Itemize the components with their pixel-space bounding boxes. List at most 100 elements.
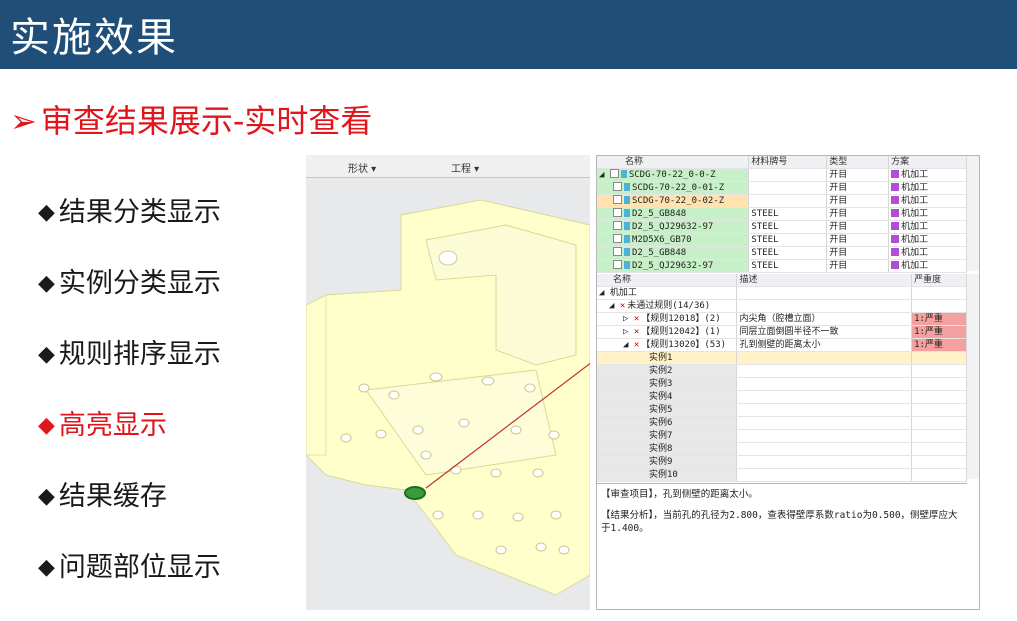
column-header-severity[interactable]: 严重度: [911, 274, 967, 287]
list-item-label: 规则排序显示: [58, 339, 221, 370]
list-item-highlighted: ◆ 高亮显示: [38, 403, 221, 474]
checkbox[interactable]: [613, 234, 622, 243]
instance-row[interactable]: 实例7: [597, 429, 967, 443]
grid-header: 名称 材料牌号 类型 方案: [597, 156, 967, 169]
fail-icon: ✕: [633, 327, 640, 337]
column-header-name[interactable]: 名称: [597, 156, 750, 169]
diamond-bullet-icon: ◆: [38, 271, 55, 296]
process-icon: [891, 235, 900, 243]
list-item: ◆ 规则排序显示: [38, 332, 221, 403]
table-row[interactable]: M2D5X6_GB70 STEEL 开目 机加工: [597, 233, 967, 247]
part-icon: [624, 209, 630, 217]
checkbox[interactable]: [609, 169, 619, 178]
expand-icon[interactable]: ◢: [623, 340, 634, 350]
part-model-view[interactable]: [306, 155, 590, 610]
diamond-bullet-icon: ◆: [38, 200, 55, 225]
part-icon: [624, 248, 630, 256]
instance-row[interactable]: 实例4: [597, 390, 967, 404]
expand-icon[interactable]: ◢: [609, 301, 620, 311]
shape-dropdown[interactable]: 形状 ▾: [348, 160, 376, 175]
list-item-label: 结果缓存: [58, 481, 167, 512]
instance-row[interactable]: 实例3: [597, 377, 967, 391]
expand-icon[interactable]: ▷: [623, 327, 634, 337]
process-icon: [891, 222, 900, 230]
part-icon: [624, 196, 630, 204]
fail-icon: ✕: [633, 340, 640, 350]
diamond-bullet-icon: ◆: [38, 342, 55, 367]
instance-row[interactable]: 实例10: [597, 468, 967, 482]
list-item-label: 结果分类显示: [58, 197, 221, 228]
table-row[interactable]: D2_5_QJ29632-97 STEEL 开目 机加工: [597, 259, 967, 273]
part-icon: [624, 183, 630, 191]
project-dropdown[interactable]: 工程 ▾: [451, 160, 479, 175]
process-icon: [891, 183, 900, 191]
fail-icon: ✕: [633, 314, 640, 324]
table-row[interactable]: SCDG-70-22_0-02-Z 开目 机加工: [597, 194, 967, 208]
part-icon: [624, 261, 630, 269]
top-grid-scrollbar[interactable]: [966, 156, 979, 271]
checkbox[interactable]: [613, 247, 622, 256]
column-header-plan[interactable]: 方案: [888, 156, 967, 169]
process-icon: [891, 170, 900, 178]
list-item: ◆ 问题部位显示: [38, 545, 221, 616]
section-subtitle: ➢ 审查结果展示-实时查看: [10, 96, 372, 142]
diamond-bullet-icon: ◆: [38, 484, 55, 509]
table-row[interactable]: ▷ ✕ 【规则12018】(2) 内尖角（腔槽立面） 1:严重: [597, 312, 967, 326]
process-icon: [891, 196, 900, 204]
process-icon: [891, 261, 900, 269]
checkbox[interactable]: [613, 221, 622, 230]
expand-icon[interactable]: ◢: [599, 170, 610, 180]
result-grid-scrollbar[interactable]: [966, 274, 979, 479]
highlighted-hole: [404, 486, 426, 500]
column-header-name[interactable]: 名称: [597, 274, 738, 287]
table-row[interactable]: D2_5_GB848 STEEL 开目 机加工: [597, 246, 967, 260]
table-row[interactable]: ◢ ✕ 【规则13020】(53) 孔到侧壁的距离太小 1:严重: [597, 338, 967, 352]
analysis-result-text: 【结果分析】，当前孔的孔径为2.800，查表得壁厚系数ratio为0.500，侧…: [601, 510, 958, 534]
instance-row[interactable]: 实例8: [597, 442, 967, 456]
instance-row[interactable]: 实例2: [597, 364, 967, 378]
cad-viewport[interactable]: 形状 ▾ 工程 ▾: [306, 155, 590, 610]
analysis-description: 【审查项目】，孔到侧壁的距离太小。 【结果分析】，当前孔的孔径为2.800，查表…: [597, 483, 967, 610]
instance-row[interactable]: 实例5: [597, 403, 967, 417]
result-panel: 名称 材料牌号 类型 方案 ◢ SCDG-70-22_0-0-Z 开目 机加工 …: [596, 155, 980, 610]
checkbox[interactable]: [613, 260, 622, 269]
table-row[interactable]: ◢ SCDG-70-22_0-0-Z 开目 机加工: [597, 168, 967, 182]
fail-icon: ✕: [619, 301, 626, 311]
tree-group-row[interactable]: ◢ 机加工: [597, 286, 967, 300]
part-icon: [620, 170, 627, 178]
instance-row[interactable]: 实例6: [597, 416, 967, 430]
cad-toolbar: 形状 ▾ 工程 ▾: [306, 155, 590, 178]
result-grid: 名称 描述 严重度 ◢ 机加工 ◢ ✕ 未通过规则(14/36) ▷ ✕ 【规则12…: [597, 274, 967, 482]
part-icon: [624, 222, 630, 230]
list-item-label: 实例分类显示: [58, 268, 221, 299]
column-header-type[interactable]: 类型: [826, 156, 890, 169]
expand-icon[interactable]: ▷: [623, 314, 634, 324]
process-icon: [891, 248, 900, 256]
grid-header: 名称 描述 严重度: [597, 274, 967, 287]
instance-row[interactable]: 实例9: [597, 455, 967, 469]
diamond-bullet-icon: ◆: [38, 555, 55, 580]
column-header-material[interactable]: 材料牌号: [748, 156, 828, 169]
title-bar: 实施效果: [0, 0, 1017, 69]
list-item-label: 高亮显示: [58, 410, 167, 441]
instance-row-selected[interactable]: 实例1: [597, 351, 967, 365]
list-item-label: 问题部位显示: [58, 552, 221, 583]
arrow-bullet-icon: ➢: [10, 102, 37, 140]
tree-group-row[interactable]: ◢ ✕ 未通过规则(14/36): [597, 299, 967, 313]
list-item: ◆ 结果分类显示: [38, 190, 221, 261]
checkbox[interactable]: [613, 195, 622, 204]
table-row[interactable]: D2_5_GB848 STEEL 开目 机加工: [597, 207, 967, 221]
table-row[interactable]: ▷ ✕ 【规则12042】(1) 同层立面倒圆半径不一致 1:严重: [597, 325, 967, 339]
checkbox[interactable]: [613, 208, 622, 217]
checkbox[interactable]: [613, 182, 622, 191]
list-item: ◆ 结果缓存: [38, 474, 221, 545]
column-header-description[interactable]: 描述: [736, 274, 913, 287]
diamond-bullet-icon: ◆: [38, 413, 55, 438]
review-item-text: 【审查项目】，孔到侧壁的距离太小。: [601, 489, 758, 500]
expand-icon[interactable]: ◢: [599, 288, 610, 298]
feature-list: ◆ 结果分类显示 ◆ 实例分类显示 ◆ 规则排序显示 ◆ 高亮显示 ◆ 结果缓存 ◆ 问题部…: [38, 190, 221, 616]
table-row[interactable]: SCDG-70-22_0-01-Z 开目 机加工: [597, 181, 967, 195]
parts-grid: 名称 材料牌号 类型 方案 ◢ SCDG-70-22_0-0-Z 开目 机加工 …: [597, 156, 967, 273]
table-row[interactable]: D2_5_QJ29632-97 STEEL 开目 机加工: [597, 220, 967, 234]
subtitle-text: 审查结果展示-实时查看: [40, 102, 373, 140]
